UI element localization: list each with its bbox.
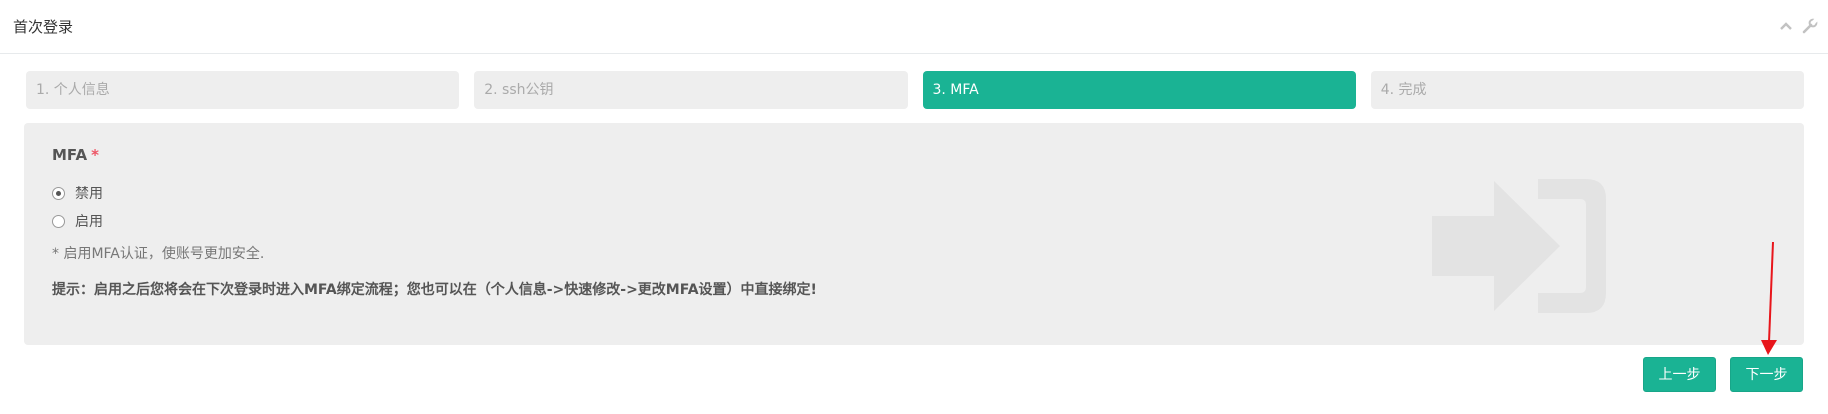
mfa-option-enable[interactable]: 启用	[52, 211, 103, 231]
mfa-hint-text: 提示：启用之后您将会在下次登录时进入MFA绑定流程；您也可以在（个人信息->快速…	[52, 282, 817, 298]
step-content: MFA * 禁用 启用 * 启用MFA认证，使账号更加安全. 提示：启用之后您将会…	[24, 123, 1804, 345]
prev-step-button[interactable]: 上一步	[1643, 357, 1716, 392]
mfa-field-label: MFA *	[52, 146, 99, 164]
step-complete[interactable]: 4. 完成	[1370, 71, 1804, 109]
step-ssh-key[interactable]: 2. ssh公钥	[474, 71, 908, 109]
wrench-icon[interactable]	[1802, 18, 1818, 34]
next-step-button[interactable]: 下一步	[1730, 357, 1803, 392]
step-personal-info[interactable]: 1. 个人信息	[26, 71, 460, 109]
wizard-steps: 1. 个人信息 2. ssh公钥 3. MFA 4. 完成	[26, 71, 1804, 109]
radio-enable[interactable]	[52, 214, 65, 228]
radio-disable-label: 禁用	[75, 186, 103, 202]
radio-disable[interactable]	[52, 186, 65, 200]
header-tools	[1778, 18, 1818, 34]
mfa-help-text: * 启用MFA认证，使账号更加安全.	[52, 246, 265, 262]
panel-title: 首次登录	[13, 18, 74, 36]
step-mfa[interactable]: 3. MFA	[922, 71, 1356, 109]
mfa-label-text: MFA	[52, 146, 88, 164]
required-mark: *	[91, 146, 99, 164]
panel-header: 首次登录	[0, 0, 1828, 54]
radio-enable-label: 启用	[75, 214, 103, 230]
mfa-option-disable[interactable]: 禁用	[52, 183, 103, 203]
sign-in-icon	[1432, 179, 1606, 313]
chevron-up-icon[interactable]	[1778, 18, 1794, 34]
